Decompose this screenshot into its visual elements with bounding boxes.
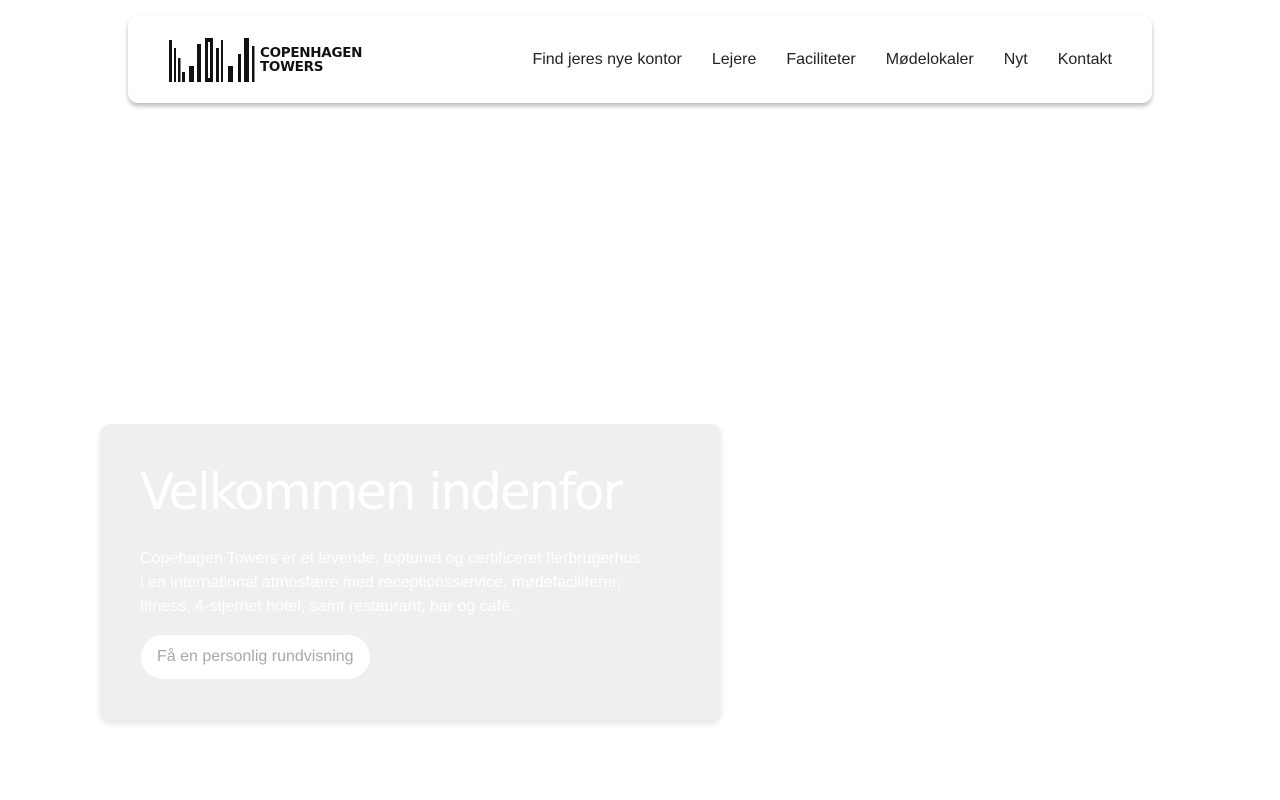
nav-kontakt[interactable]: Kontakt — [1058, 51, 1112, 69]
hero-description: Copehagen Towers er et levende, toptunet… — [140, 550, 641, 615]
main-navigation: Find jeres nye kontor Lejere Faciliteter… — [532, 16, 1112, 103]
logo-line-2: TOWERS — [260, 59, 324, 75]
nav-lejere[interactable]: Lejere — [712, 51, 756, 69]
site-header: COPENHAGEN TOWERS Find jeres nye kontor … — [128, 16, 1152, 103]
hero-title: Velkommen indenfor — [140, 463, 623, 521]
nav-nyt[interactable]: Nyt — [1004, 51, 1028, 69]
logo-wordmark: COPENHAGEN TOWERS — [260, 46, 362, 74]
towers-logo-icon — [169, 38, 255, 82]
nav-find-jeres-nye-kontor[interactable]: Find jeres nye kontor — [532, 51, 681, 69]
hero-card: Velkommen indenfor Copehagen Towers er e… — [100, 424, 721, 721]
personal-tour-button[interactable]: Få en personlig rundvisning — [141, 635, 370, 679]
copenhagen-towers-logo[interactable]: COPENHAGEN TOWERS — [168, 36, 362, 84]
nav-faciliteter[interactable]: Faciliteter — [786, 51, 855, 69]
nav-modelokaler[interactable]: Mødelokaler — [886, 51, 974, 69]
logo-line-1: COPENHAGEN — [260, 45, 363, 61]
